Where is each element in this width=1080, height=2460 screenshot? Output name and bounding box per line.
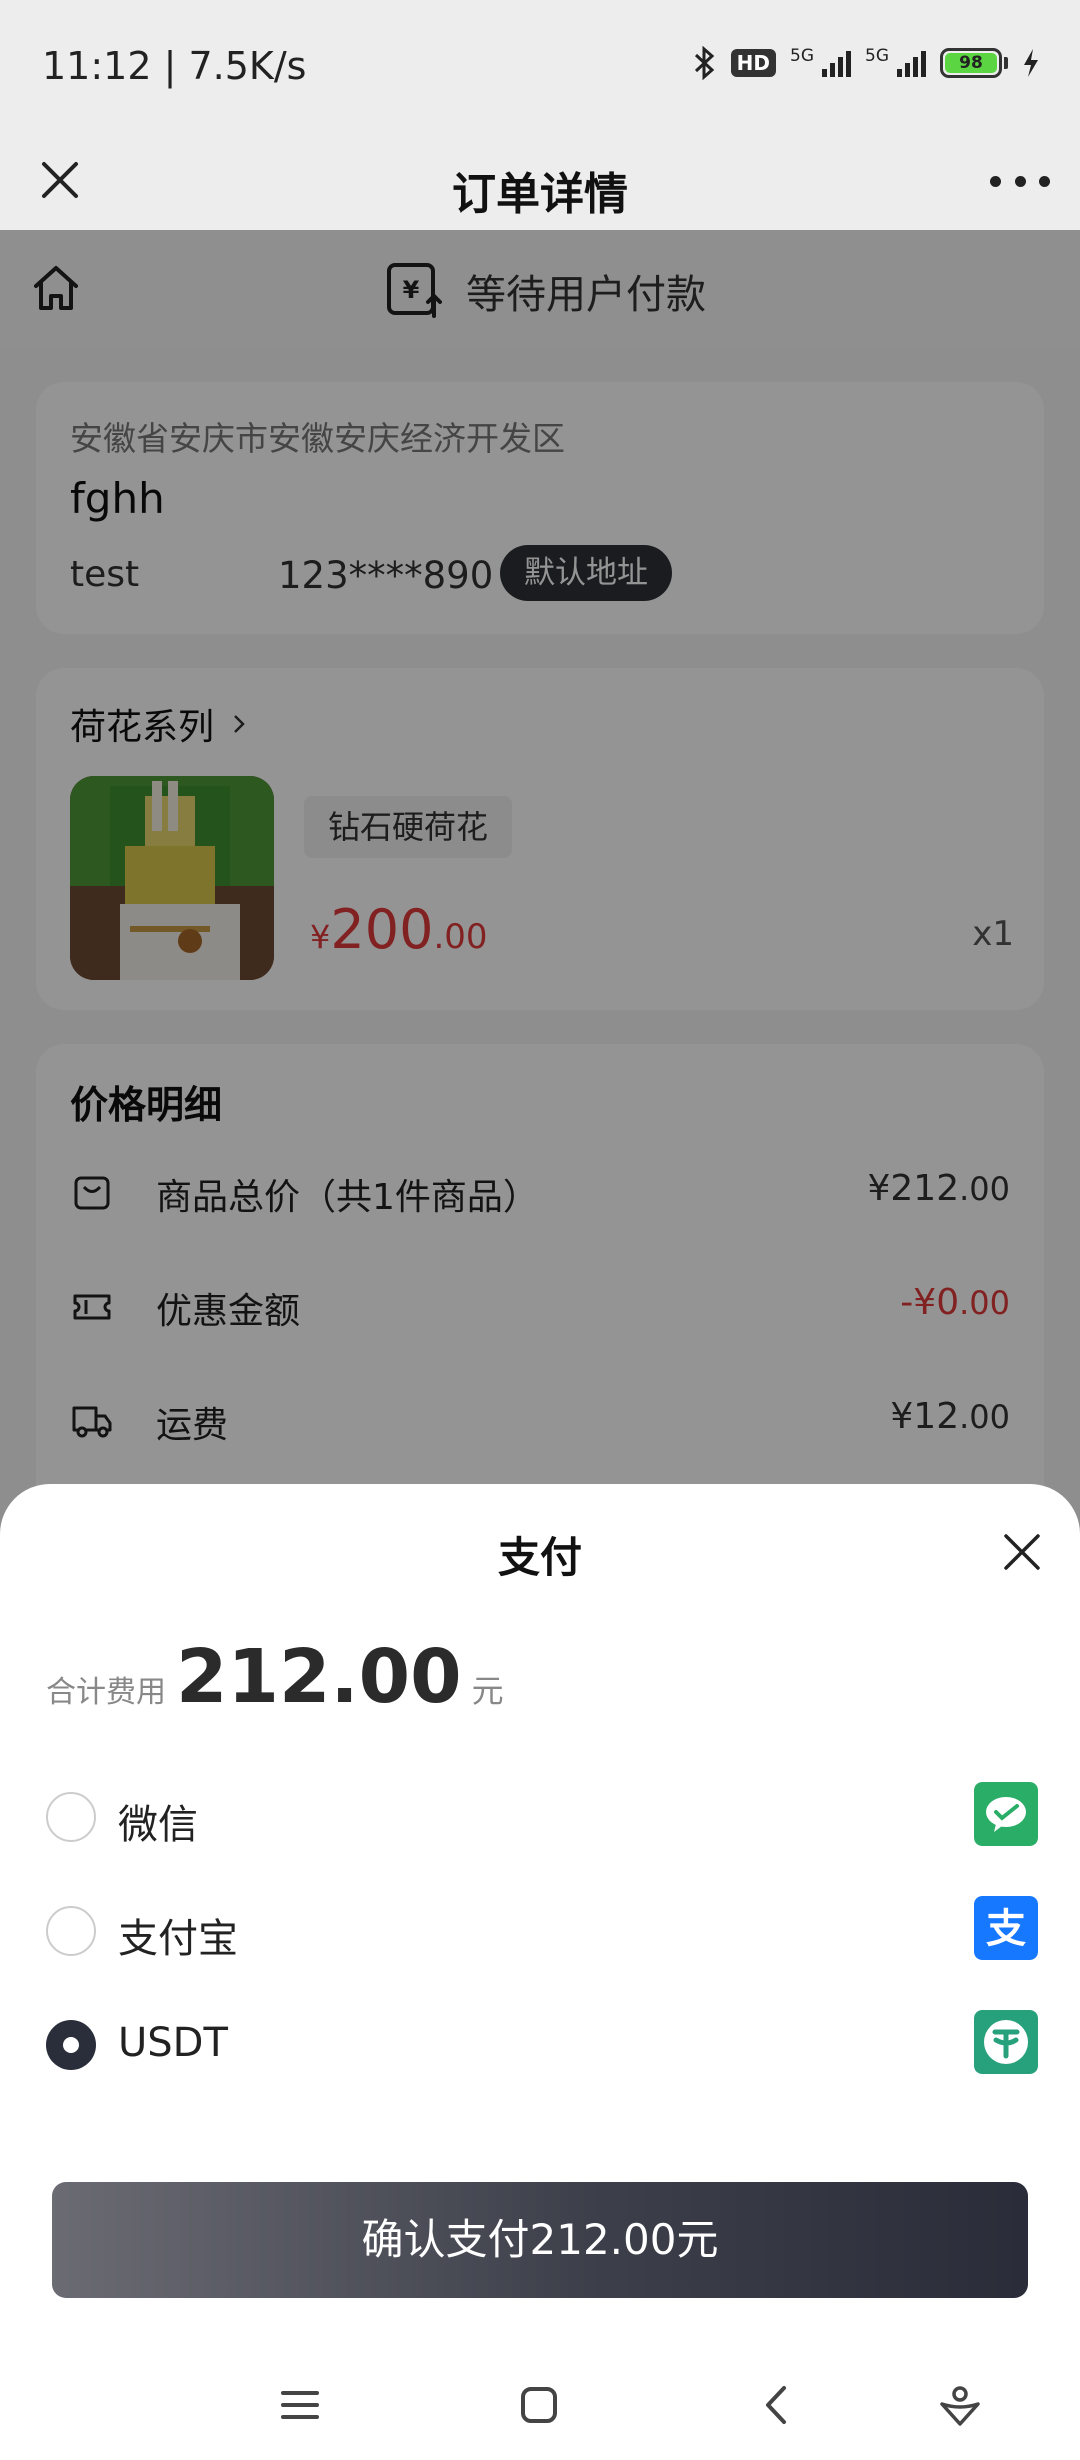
signal-icon xyxy=(822,49,851,77)
system-nav-bar xyxy=(0,2354,1080,2460)
payment-option-label: 微信 xyxy=(118,1802,198,1848)
network-type-1: 5G xyxy=(790,46,814,66)
alipay-icon: 支 xyxy=(974,1896,1038,1960)
signal-icon-2 xyxy=(897,49,926,77)
radio-button[interactable] xyxy=(46,1906,96,1956)
total-value: 212.00 xyxy=(176,1634,462,1720)
payment-option-wechat[interactable]: 微信 xyxy=(46,1782,1038,1852)
tether-icon xyxy=(974,2010,1038,2074)
more-options-icon[interactable] xyxy=(990,156,1050,206)
total-label: 合计费用 xyxy=(46,1675,166,1710)
back-icon[interactable] xyxy=(752,2380,802,2430)
status-icons: HD 5G 5G 98 xyxy=(691,46,1040,80)
home-button-icon[interactable] xyxy=(514,2380,564,2430)
menu-icon[interactable] xyxy=(275,2380,325,2430)
wechat-pay-icon xyxy=(974,1782,1038,1846)
battery-icon: 98 xyxy=(940,48,1008,78)
charging-icon xyxy=(1024,49,1038,77)
radio-button-selected[interactable] xyxy=(46,2020,96,2070)
assistant-icon[interactable] xyxy=(935,2380,985,2430)
hd-voice-badge: HD xyxy=(730,49,776,77)
status-bar: 11:12 | 7.5K/s HD 5G 5G 98 xyxy=(0,0,1080,130)
network-type-2: 5G xyxy=(865,46,889,66)
payment-total: 合计费用 212.00 元 xyxy=(46,1634,504,1720)
total-unit: 元 xyxy=(471,1672,504,1710)
confirm-payment-button[interactable]: 确认支付212.00元 xyxy=(52,2182,1028,2298)
battery-level: 98 xyxy=(945,53,997,73)
nav-bar: 订单详情 xyxy=(0,130,1080,230)
payment-option-label: USDT xyxy=(118,2020,228,2066)
payment-sheet-title: 支付 xyxy=(497,1533,582,1582)
payment-sheet: 支付 合计费用 212.00 元 微信 支付宝 支 USDT 确认支付212.0… xyxy=(0,1484,1080,2460)
close-icon[interactable] xyxy=(998,1528,1046,1576)
payment-option-usdt[interactable]: USDT xyxy=(46,2010,1038,2080)
payment-option-label: 支付宝 xyxy=(118,1916,238,1962)
radio-button[interactable] xyxy=(46,1792,96,1842)
status-time: 11:12 | 7.5K/s xyxy=(42,44,307,88)
svg-text:支: 支 xyxy=(986,1906,1026,1952)
page-title: 订单详情 xyxy=(452,169,628,220)
bluetooth-icon xyxy=(694,46,714,80)
payment-option-alipay[interactable]: 支付宝 支 xyxy=(46,1896,1038,1966)
